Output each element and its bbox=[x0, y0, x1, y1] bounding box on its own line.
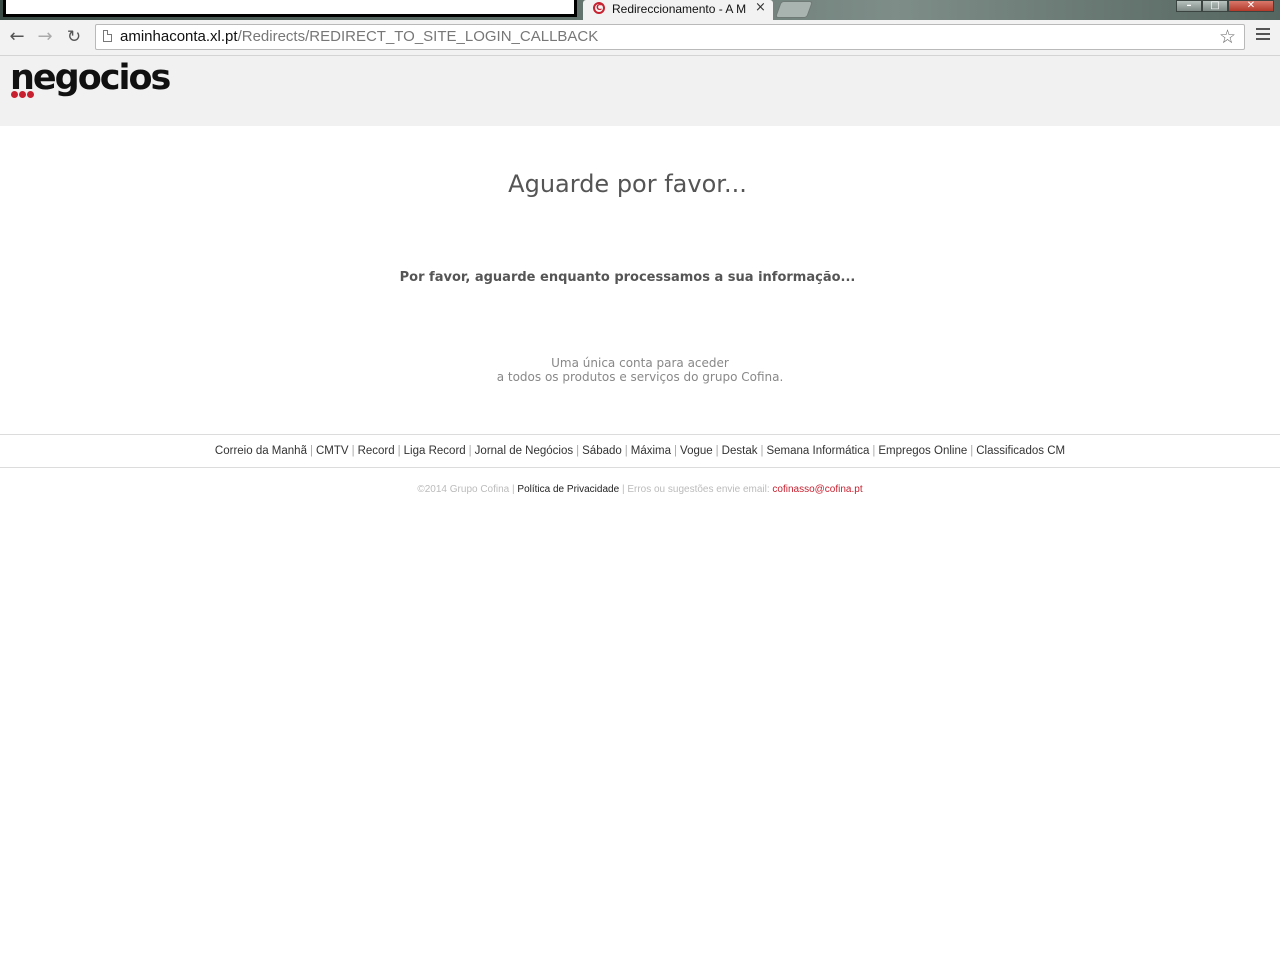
reload-icon[interactable]: ↻ bbox=[63, 26, 85, 48]
new-tab-button[interactable] bbox=[774, 1, 814, 18]
window-controls: – □ ✕ bbox=[1176, 0, 1274, 12]
url-text[interactable]: aminhaconta.xl.pt/Redirects/REDIRECT_TO_… bbox=[120, 28, 598, 46]
footer-link-record[interactable]: Record bbox=[358, 445, 395, 457]
address-bar[interactable]: aminhaconta.xl.pt/Redirects/REDIRECT_TO_… bbox=[95, 24, 1245, 50]
footer-nav: Correio da Manhã | CMTV | Record | Liga Record… bbox=[0, 434, 1280, 468]
menu-icon[interactable] bbox=[1256, 28, 1270, 44]
footer-link-classificados-cm[interactable]: Classificados CM bbox=[976, 445, 1065, 457]
separator: | bbox=[576, 445, 580, 457]
separator: | bbox=[760, 445, 764, 457]
cofina-favicon-icon: C bbox=[593, 2, 605, 14]
contact-email-link[interactable]: cofinasso@cofina.pt bbox=[772, 484, 862, 495]
tagline-line-2: a todos os produtos e serviços do grupo … bbox=[496, 370, 784, 384]
minimize-button[interactable]: – bbox=[1176, 0, 1202, 12]
tab-close-icon[interactable]: × bbox=[755, 0, 766, 16]
site-header: negocios bbox=[0, 56, 1280, 126]
separator: | bbox=[624, 445, 628, 457]
footer-link-correio-da-manha[interactable]: Correio da Manhã bbox=[215, 445, 307, 457]
footer-link-maxima[interactable]: Máxima bbox=[631, 445, 671, 457]
window-titlebar: C Redireccionamento - A M × – □ ✕ bbox=[0, 0, 1280, 20]
processing-message: Por favor, aguarde enquanto processamos … bbox=[399, 270, 856, 285]
separator: | bbox=[872, 445, 876, 457]
separator: | bbox=[674, 445, 678, 457]
feedback-text: Erros ou sugestões envie email: bbox=[627, 484, 770, 495]
footer-link-sabado[interactable]: Sábado bbox=[582, 445, 622, 457]
footer-link-vogue[interactable]: Vogue bbox=[680, 445, 713, 457]
separator: | bbox=[309, 445, 313, 457]
separator: | bbox=[468, 445, 472, 457]
bookmark-star-icon[interactable]: ☆ bbox=[1219, 26, 1236, 48]
separator: | bbox=[715, 445, 719, 457]
maximize-button[interactable]: □ bbox=[1202, 0, 1228, 12]
copyright-line: ©2014 Grupo Cofina | Política de Privaci… bbox=[0, 483, 1280, 497]
privacy-policy-link[interactable]: Política de Privacidade bbox=[517, 484, 619, 495]
tagline: Uma única conta para aceder a todos os p… bbox=[0, 356, 1280, 384]
footer-link-destak[interactable]: Destak bbox=[722, 445, 758, 457]
blank-tab[interactable] bbox=[3, 0, 577, 17]
footer-link-liga-record[interactable]: Liga Record bbox=[404, 445, 466, 457]
separator: | bbox=[351, 445, 355, 457]
copyright-text: ©2014 Grupo Cofina bbox=[417, 484, 510, 495]
footer-link-empregos-online[interactable]: Empregos Online bbox=[878, 445, 967, 457]
separator: | bbox=[397, 445, 401, 457]
forward-arrow-icon[interactable]: → bbox=[34, 26, 56, 48]
separator: | bbox=[621, 484, 625, 495]
page-title: Aguarde por favor... bbox=[508, 170, 747, 198]
url-path: /Redirects/REDIRECT_TO_SITE_LOGIN_CALLBA… bbox=[237, 28, 599, 45]
active-tab[interactable]: C Redireccionamento - A M × bbox=[583, 0, 773, 20]
separator: | bbox=[970, 445, 974, 457]
logo-dots-icon bbox=[11, 91, 34, 98]
back-arrow-icon[interactable]: ← bbox=[6, 26, 28, 48]
separator: | bbox=[512, 484, 515, 495]
tagline-line-1: Uma única conta para aceder bbox=[551, 356, 729, 370]
negocios-logo[interactable]: negocios bbox=[10, 56, 171, 100]
browser-toolbar: ← → ↻ aminhaconta.xl.pt/Redirects/REDIRE… bbox=[0, 20, 1280, 56]
close-window-button[interactable]: ✕ bbox=[1228, 0, 1274, 12]
tab-title: Redireccionamento - A M bbox=[612, 2, 747, 16]
footer-link-jornal-de-negocios[interactable]: Jornal de Negócios bbox=[475, 445, 573, 457]
footer-link-cmtv[interactable]: CMTV bbox=[316, 445, 349, 457]
url-host: aminhaconta.xl.pt bbox=[120, 28, 238, 45]
footer-link-semana-informatica[interactable]: Semana Informática bbox=[766, 445, 869, 457]
page-icon bbox=[103, 30, 112, 42]
